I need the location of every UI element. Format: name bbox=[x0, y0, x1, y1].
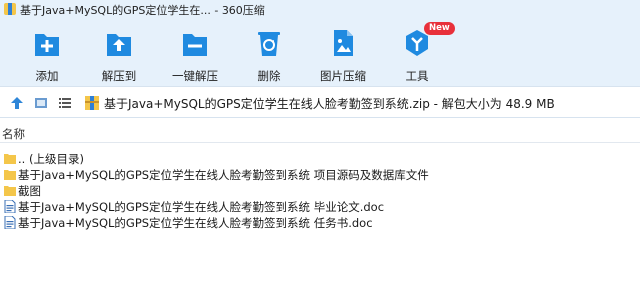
one-click-extract-label: 一键解压 bbox=[172, 69, 218, 83]
file-name: 基于Java+MySQL的GPS定位学生在线人脸考勤签到系统 项目源码及数据库文… bbox=[18, 168, 429, 182]
column-header: 名称 bbox=[0, 121, 640, 143]
app-logo-icon bbox=[4, 3, 16, 15]
extract-to-button[interactable]: 解压到 bbox=[84, 24, 154, 84]
delete-label: 删除 bbox=[257, 69, 281, 83]
word-document-icon bbox=[4, 200, 16, 213]
file-name: 截图 bbox=[18, 184, 41, 198]
extract-to-icon bbox=[107, 34, 131, 56]
folder-icon bbox=[4, 170, 16, 180]
window-title: 基于Java+MySQL的GPS定位学生在... - 360压缩 bbox=[20, 4, 265, 17]
list-item[interactable]: 基于Java+MySQL的GPS定位学生在线人脸考勤签到系统 毕业论文.doc bbox=[0, 198, 640, 215]
list-view-icon[interactable] bbox=[58, 96, 72, 110]
one-click-extract-icon bbox=[183, 34, 207, 56]
delete-button[interactable]: 删除 bbox=[234, 24, 304, 84]
zip-archive-icon bbox=[85, 96, 99, 110]
thumbnail-view-icon[interactable] bbox=[34, 96, 48, 110]
image-compress-icon bbox=[334, 30, 353, 56]
one-click-extract-button[interactable]: 一键解压 bbox=[160, 24, 230, 84]
title-bar: 基于Java+MySQL的GPS定位学生在... - 360压缩 bbox=[0, 0, 640, 18]
toolbar: 添加 解压到 一键解压 删除 图片压缩 New 工具 bbox=[0, 18, 640, 86]
tools-label: 工具 bbox=[405, 69, 429, 83]
add-label: 添加 bbox=[35, 69, 59, 83]
file-name: 基于Java+MySQL的GPS定位学生在线人脸考勤签到系统 毕业论文.doc bbox=[18, 200, 385, 214]
image-compress-button[interactable]: 图片压缩 bbox=[308, 24, 378, 84]
path-bar: 基于Java+MySQL的GPS定位学生在线人脸考勤签到系统.zip - 解包大… bbox=[0, 86, 640, 118]
list-item[interactable]: 基于Java+MySQL的GPS定位学生在线人脸考勤签到系统 任务书.doc bbox=[0, 214, 640, 231]
file-name: 基于Java+MySQL的GPS定位学生在线人脸考勤签到系统 任务书.doc bbox=[18, 216, 373, 230]
file-name: .. (上级目录) bbox=[18, 152, 84, 166]
extract-to-label: 解压到 bbox=[101, 69, 137, 83]
up-arrow-icon[interactable] bbox=[10, 96, 24, 110]
folder-icon bbox=[4, 186, 16, 196]
add-icon bbox=[35, 34, 59, 56]
list-item[interactable]: 基于Java+MySQL的GPS定位学生在线人脸考勤签到系统 项目源码及数据库文… bbox=[0, 166, 640, 183]
add-button[interactable]: 添加 bbox=[12, 24, 82, 84]
list-item[interactable]: .. (上级目录) bbox=[0, 150, 640, 167]
column-name-header[interactable]: 名称 bbox=[2, 126, 25, 142]
archive-path: 基于Java+MySQL的GPS定位学生在线人脸考勤签到系统.zip - 解包大… bbox=[104, 97, 555, 111]
word-document-icon bbox=[4, 216, 16, 229]
new-badge: New bbox=[424, 22, 455, 35]
image-compress-label: 图片压缩 bbox=[320, 69, 366, 83]
list-item[interactable]: 截图 bbox=[0, 182, 640, 199]
folder-icon bbox=[4, 154, 16, 164]
recycle-bin-icon bbox=[258, 32, 280, 56]
tools-button[interactable]: New 工具 bbox=[382, 22, 455, 84]
